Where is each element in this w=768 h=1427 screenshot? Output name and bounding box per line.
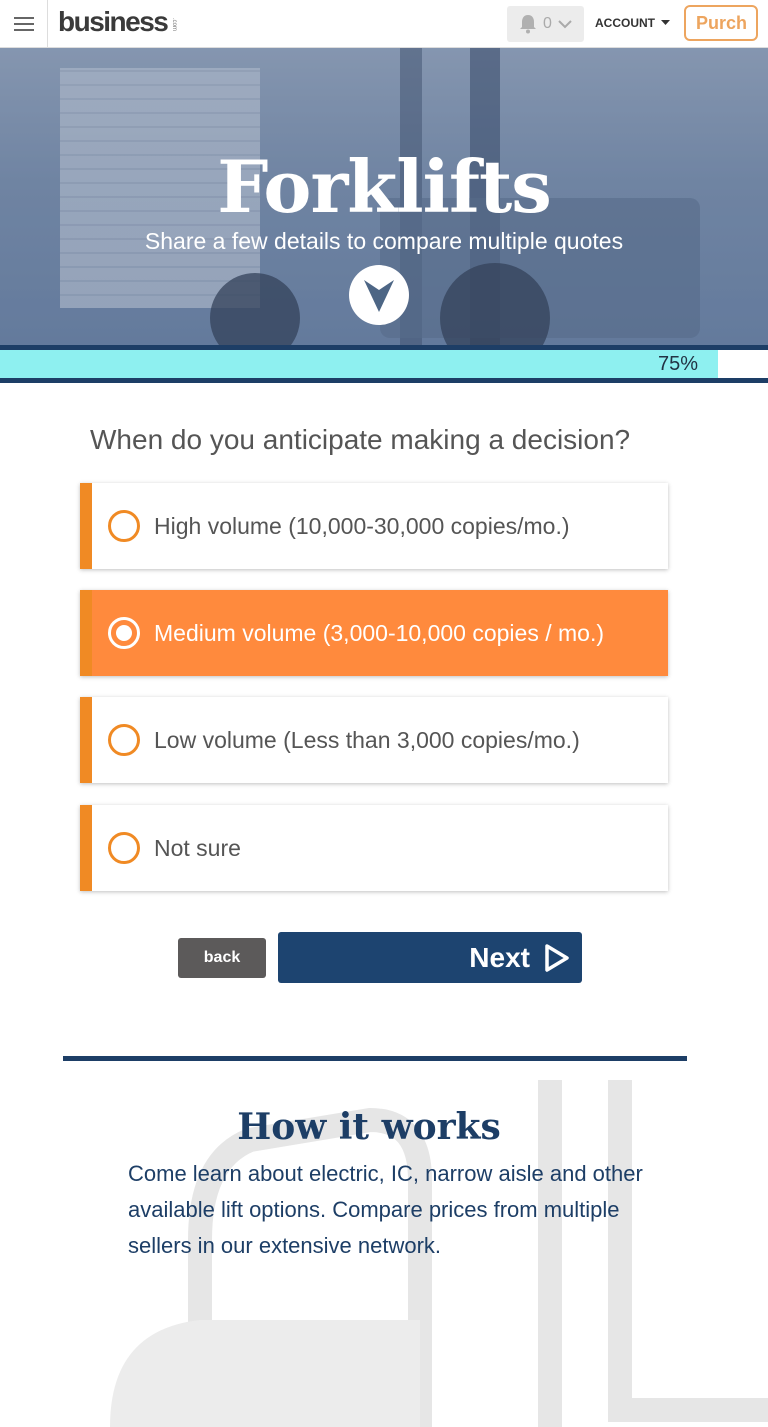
next-button[interactable]: Next bbox=[278, 932, 582, 983]
notification-count: 0 bbox=[543, 15, 552, 32]
option-not-sure[interactable]: Not sure bbox=[80, 805, 668, 891]
page-subtitle: Share a few details to compare multiple … bbox=[144, 228, 624, 254]
chevron-down-icon bbox=[558, 20, 572, 29]
notifications-button[interactable]: 0 bbox=[507, 6, 584, 42]
progress-bar: 75% bbox=[0, 345, 768, 383]
hamburger-icon bbox=[13, 17, 34, 31]
section-divider bbox=[63, 1056, 687, 1061]
next-button-label: Next bbox=[469, 941, 530, 973]
option-label: Low volume (Less than 3,000 copies/mo.) bbox=[154, 726, 580, 753]
radio-button[interactable] bbox=[108, 510, 140, 542]
option-medium-volume[interactable]: Medium volume (3,000-10,000 copies / mo.… bbox=[80, 590, 668, 676]
top-navigation-bar: business .com 0 ACCOUNT Purch bbox=[0, 0, 768, 48]
radio-button[interactable] bbox=[108, 724, 140, 756]
play-arrow-icon bbox=[545, 943, 569, 972]
progress-fill: 75% bbox=[0, 350, 718, 378]
option-low-volume[interactable]: Low volume (Less than 3,000 copies/mo.) bbox=[80, 697, 668, 783]
account-menu[interactable]: ACCOUNT bbox=[595, 16, 670, 30]
arrow-down-icon bbox=[364, 280, 394, 312]
how-it-works-title: How it works bbox=[237, 1106, 501, 1148]
bell-icon bbox=[520, 15, 537, 34]
hero-banner: Forklifts Share a few details to compare… bbox=[0, 48, 768, 345]
back-button[interactable]: back bbox=[178, 938, 266, 978]
progress-track: 75% bbox=[0, 350, 768, 378]
page-title: Forklifts bbox=[217, 144, 552, 229]
radio-button[interactable] bbox=[108, 832, 140, 864]
question-text: When do you anticipate making a decision… bbox=[90, 424, 631, 455]
option-label: Not sure bbox=[154, 834, 241, 861]
option-label: High volume (10,000-30,000 copies/mo.) bbox=[154, 512, 570, 539]
site-logo-suffix: .com bbox=[171, 18, 177, 32]
account-label: ACCOUNT bbox=[595, 16, 655, 30]
scroll-down-button[interactable] bbox=[349, 265, 409, 325]
progress-label: 75% bbox=[657, 353, 698, 375]
option-label: Medium volume (3,000-10,000 copies / mo.… bbox=[154, 619, 604, 646]
radio-button[interactable] bbox=[108, 617, 140, 649]
how-it-works-description: Come learn about electric, IC, narrow ai… bbox=[128, 1161, 643, 1258]
caret-down-icon bbox=[661, 20, 670, 25]
option-high-volume[interactable]: High volume (10,000-30,000 copies/mo.) bbox=[80, 483, 668, 569]
site-logo[interactable]: business bbox=[58, 6, 169, 38]
hamburger-menu-button[interactable] bbox=[0, 0, 48, 48]
purchase-button[interactable]: Purch bbox=[684, 5, 758, 41]
